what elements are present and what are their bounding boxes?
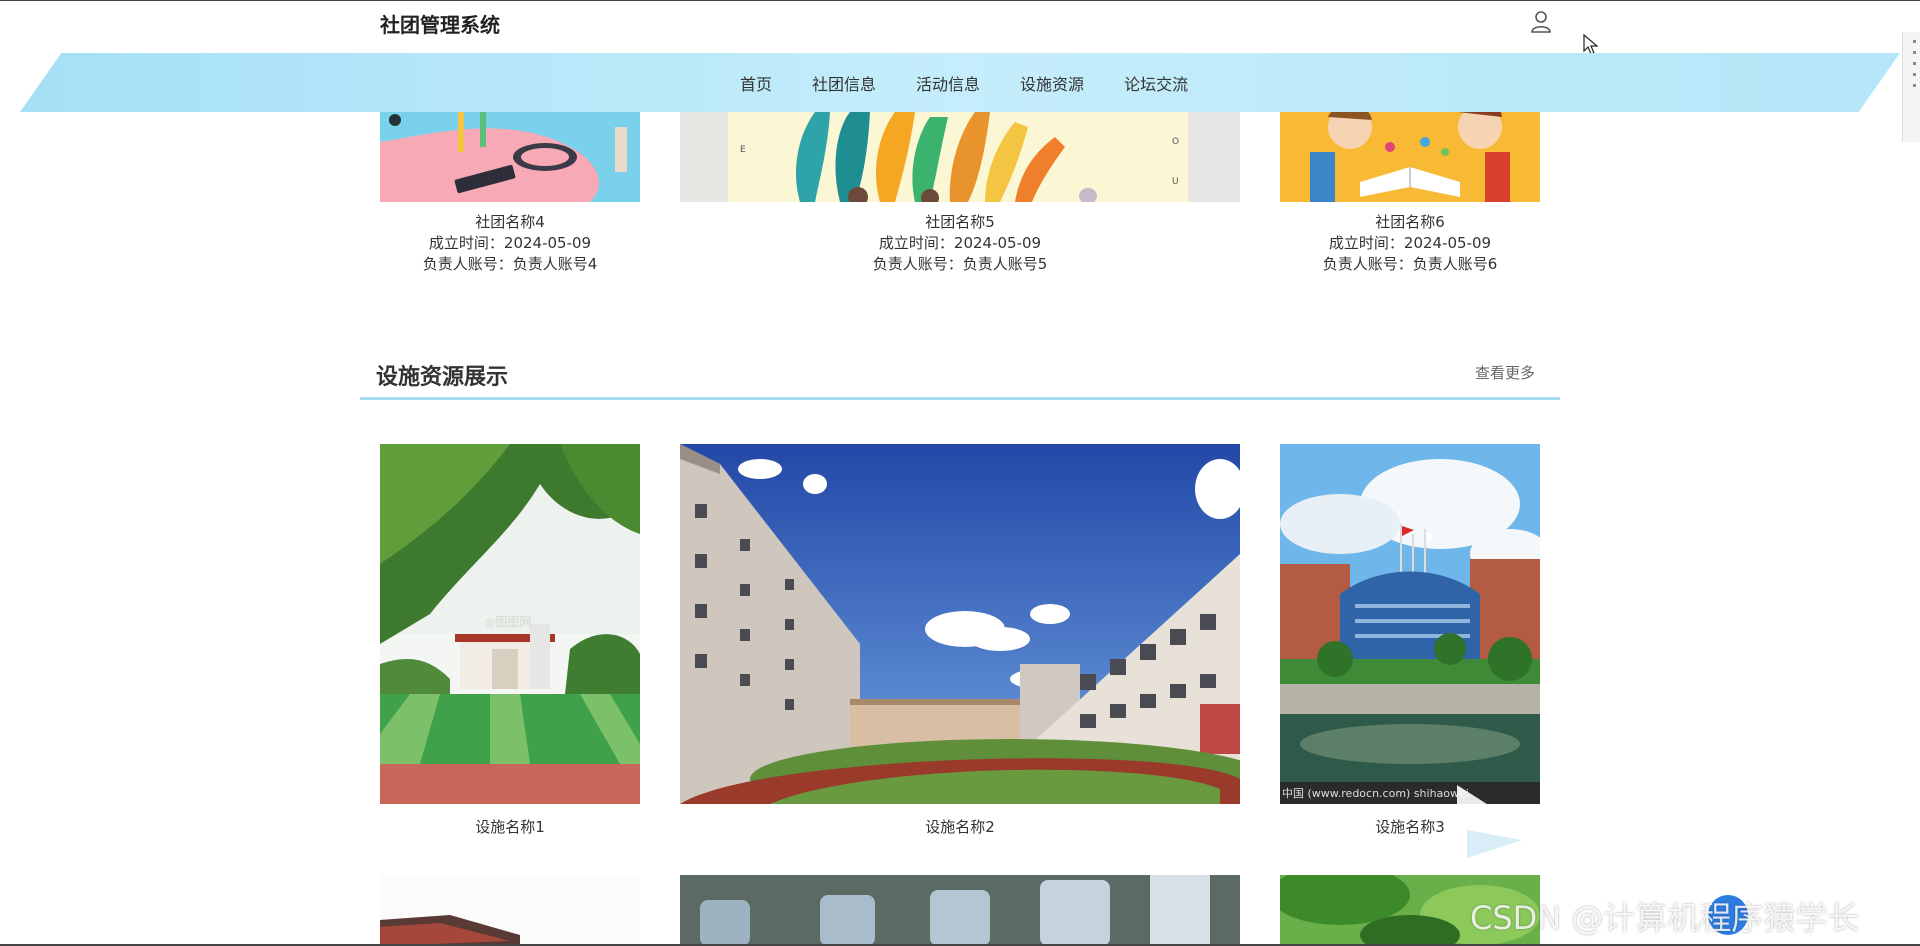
facility-name-1[interactable]: 设施名称1 [380, 816, 640, 837]
facility-3-caption: 中国 (www.redocn.com) shihaowei [1282, 787, 1469, 800]
nav-item-clubs[interactable]: 社团信息 [792, 71, 896, 95]
site-brand[interactable]: 社团管理系统 [380, 9, 500, 38]
main-nav: 首页 社团信息 活动信息 设施资源 论坛交流 [720, 53, 1208, 112]
section-title: 设施资源展示 [376, 365, 509, 390]
club-image-6[interactable] [1280, 112, 1540, 202]
mouse-cursor-icon [1583, 33, 1599, 56]
nav-item-activities[interactable]: 活动信息 [896, 71, 1000, 95]
svg-text:U: U [1172, 177, 1179, 187]
club-card-4-info: 社团名称4 成立时间：2024-05-09 负责人账号：负责人账号4 [380, 212, 640, 275]
facility-image-3[interactable]: 中国 (www.redocn.com) shihaowei [1280, 444, 1540, 804]
club-card-6-info: 社团名称6 成立时间：2024-05-09 负责人账号：负责人账号6 [1280, 212, 1540, 275]
nav-item-home[interactable]: 首页 [720, 71, 792, 95]
nav-item-forum[interactable]: 论坛交流 [1104, 71, 1208, 95]
facility-image-4[interactable] [380, 875, 640, 946]
watermark: CSDN @计算机程序猿学长 [1470, 899, 1860, 937]
club-founded: 成立时间：2024-05-09 [878, 234, 1042, 252]
club-name[interactable]: 社团名称4 [380, 212, 640, 233]
club-founded: 成立时间：2024-05-09 [1328, 234, 1492, 252]
view-more-link[interactable]: 查看更多 [1475, 362, 1535, 383]
club-name[interactable]: 社团名称5 [680, 212, 1240, 233]
svg-text:E: E [740, 145, 746, 155]
club-founded: 成立时间：2024-05-09 [428, 234, 592, 252]
facility-image-1[interactable]: ◎图图网 [380, 444, 640, 804]
facility-image-2[interactable] [680, 444, 1240, 804]
club-owner: 负责人账号：负责人账号4 [422, 255, 598, 273]
nav-item-facilities[interactable]: 设施资源 [1000, 71, 1104, 95]
club-owner: 负责人账号：负责人账号6 [1322, 255, 1498, 273]
svg-text:O: O [1172, 137, 1179, 147]
user-icon[interactable] [1530, 10, 1552, 34]
window-top-border [0, 0, 1920, 1]
facility-image-5[interactable] [680, 875, 1240, 946]
facility-name-2[interactable]: 设施名称2 [680, 816, 1240, 837]
facility-1-caption: ◎图图网 [485, 615, 531, 629]
club-card-5-info: 社团名称5 成立时间：2024-05-09 负责人账号：负责人账号5 [680, 212, 1240, 275]
side-panel-handle[interactable] [1902, 32, 1920, 142]
page: E O U 社团名称4 成立时间：2024-05-09 负责人账号：负责人账号4… [0, 0, 1920, 946]
section-divider [360, 397, 1560, 400]
club-owner: 负责人账号：负责人账号5 [872, 255, 1048, 273]
video-play-overlay-icon [1452, 780, 1522, 860]
club-image-4[interactable] [380, 112, 640, 202]
club-image-5[interactable]: E O U [680, 112, 1240, 202]
club-name[interactable]: 社团名称6 [1280, 212, 1540, 233]
